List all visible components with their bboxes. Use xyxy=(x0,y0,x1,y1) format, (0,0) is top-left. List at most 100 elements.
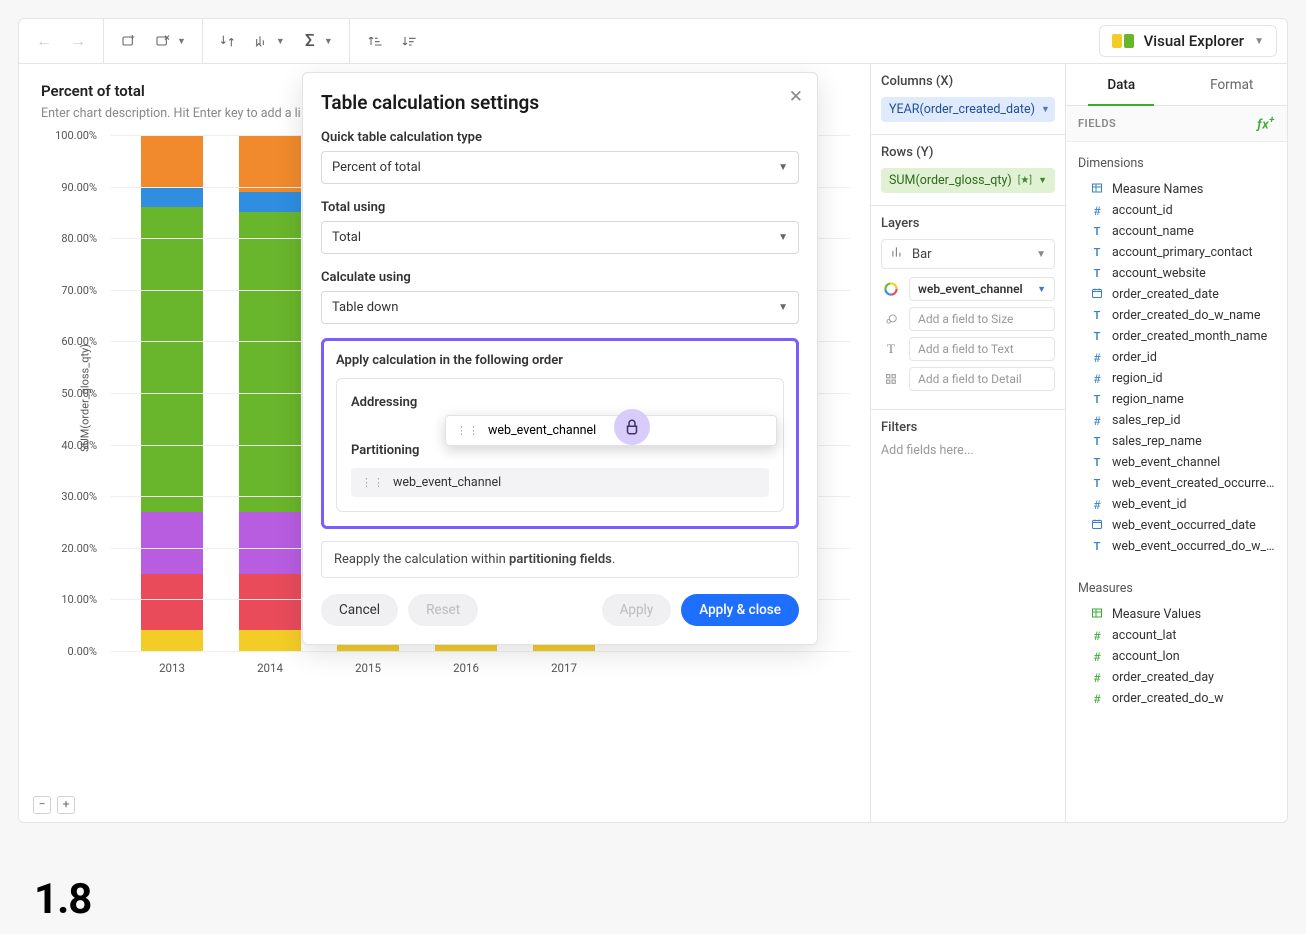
grip-icon: ⋮⋮ xyxy=(361,476,385,489)
chevron-down-icon: ▼ xyxy=(778,302,788,313)
table-calculation-modal: Table calculation settings ✕ Quick table… xyxy=(302,72,818,645)
field-item[interactable]: Tweb_event_occurred_do_w_na... xyxy=(1066,536,1287,557)
filters-shelf-label: Filters xyxy=(881,420,1055,435)
columns-pill[interactable]: YEAR(order_created_date) ▼ xyxy=(881,97,1055,122)
drag-floating-item[interactable]: ⋮⋮ web_event_channel xyxy=(445,415,777,446)
calc-order-panel[interactable]: Addressing YEAR(order_created_date) ⋮⋮ w… xyxy=(336,378,784,512)
app-frame: ← → ▼ ▼ Σ ▼ Visual Explo xyxy=(18,18,1288,823)
field-item[interactable]: #region_id xyxy=(1066,368,1287,389)
swap-icon[interactable] xyxy=(213,26,243,56)
y-tick-label: 80.00% xyxy=(45,232,97,245)
chart-bar-segment xyxy=(239,135,301,192)
field-item[interactable]: web_event_occurred_date xyxy=(1066,515,1287,536)
calc-order-highlight: Apply calculation in the following order… xyxy=(321,338,799,529)
color-enc-icon xyxy=(881,279,901,299)
detail-enc-slot[interactable]: Add a field to Detail xyxy=(909,367,1055,391)
field-item[interactable]: Tweb_event_channel xyxy=(1066,452,1287,473)
y-tick-label: 0.00% xyxy=(45,645,97,658)
field-item[interactable]: Torder_created_do_w_name xyxy=(1066,305,1287,326)
add-calc-field-icon[interactable]: ƒx+ xyxy=(1257,115,1275,132)
apply-button[interactable]: Apply xyxy=(602,594,672,626)
tab-data[interactable]: Data xyxy=(1066,64,1177,105)
chevron-down-icon: ▼ xyxy=(778,232,788,243)
text-enc-slot[interactable]: Add a field to Text xyxy=(909,337,1055,361)
field-item[interactable]: Measure Names xyxy=(1066,179,1287,200)
field-item[interactable]: #order_created_day xyxy=(1066,667,1287,688)
addressing-label: Addressing xyxy=(351,395,769,410)
chevron-down-icon: ▼ xyxy=(1036,249,1046,260)
cancel-button[interactable]: Cancel xyxy=(321,594,398,626)
calc-type-select[interactable]: Percent of total▼ xyxy=(321,151,799,184)
field-item[interactable]: Taccount_primary_contact xyxy=(1066,242,1287,263)
partitioning-item[interactable]: ⋮⋮ web_event_channel xyxy=(351,468,769,497)
chart-bar-segment xyxy=(239,212,301,511)
y-tick-label: 40.00% xyxy=(45,439,97,452)
chart-bar-segment xyxy=(141,207,203,511)
dimensions-header: Dimensions xyxy=(1066,150,1287,179)
sort-desc-icon[interactable] xyxy=(394,26,424,56)
filters-dropzone[interactable]: Add fields here... xyxy=(881,443,1055,458)
back-button[interactable]: ← xyxy=(29,26,59,56)
drag-cursor-icon xyxy=(614,409,650,445)
sigma-icon[interactable]: Σ xyxy=(295,26,325,56)
chart-config-icon[interactable] xyxy=(247,26,277,56)
field-item[interactable]: #account_lat xyxy=(1066,625,1287,646)
field-item[interactable]: Tregion_name xyxy=(1066,389,1287,410)
tab-format[interactable]: Format xyxy=(1177,64,1288,105)
calc-order-label: Apply calculation in the following order xyxy=(336,353,784,368)
mode-switcher[interactable]: Visual Explorer ▼ xyxy=(1099,25,1277,57)
layers-shelf-label: Layers xyxy=(881,216,1055,231)
y-tick-label: 60.00% xyxy=(45,335,97,348)
y-tick-label: 50.00% xyxy=(45,387,97,400)
page-version-label: 1.8 xyxy=(34,875,91,924)
color-enc-slot[interactable]: web_event_channel ▼ xyxy=(909,277,1055,301)
total-using-select[interactable]: Total▼ xyxy=(321,221,799,254)
rows-shelf-label: Rows (Y) xyxy=(881,145,1055,160)
zoom-in-button[interactable]: + xyxy=(57,796,75,814)
layer-type-select[interactable]: Bar ▼ xyxy=(881,239,1055,269)
field-item[interactable]: #order_created_do_w xyxy=(1066,688,1287,709)
field-item[interactable]: Taccount_name xyxy=(1066,221,1287,242)
chart-bar-segment xyxy=(239,574,301,631)
chevron-down-icon: ▼ xyxy=(1037,284,1046,295)
forward-button[interactable]: → xyxy=(63,26,93,56)
size-enc-slot[interactable]: Add a field to Size xyxy=(909,307,1055,331)
mode-label: Visual Explorer xyxy=(1144,32,1245,50)
field-item[interactable]: Tsales_rep_name xyxy=(1066,431,1287,452)
sort-asc-icon[interactable] xyxy=(360,26,390,56)
chart-bar-segment xyxy=(239,192,301,213)
chart-bar-segment xyxy=(239,512,301,574)
zoom-out-button[interactable]: − xyxy=(33,796,51,814)
chart-bar-segment xyxy=(141,512,203,574)
tile-add-icon[interactable] xyxy=(114,26,144,56)
chart-bar-segment xyxy=(141,630,203,651)
chart-bar-segment xyxy=(141,187,203,208)
calc-type-label: Quick table calculation type xyxy=(321,130,799,145)
reset-button[interactable]: Reset xyxy=(408,594,478,626)
chevron-down-icon: ▼ xyxy=(1041,104,1050,115)
chevron-down-icon[interactable]: ▼ xyxy=(324,36,333,47)
field-item[interactable]: #sales_rep_id xyxy=(1066,410,1287,431)
x-tick-label: 2016 xyxy=(435,661,497,675)
field-item[interactable]: #web_event_id xyxy=(1066,494,1287,515)
apply-close-button[interactable]: Apply & close xyxy=(681,594,799,626)
close-icon[interactable]: ✕ xyxy=(789,87,803,107)
field-item[interactable]: Measure Values xyxy=(1066,604,1287,625)
modal-title: Table calculation settings xyxy=(321,91,799,114)
field-item[interactable]: Tweb_event_created_occurred... xyxy=(1066,473,1287,494)
field-item[interactable]: Taccount_website xyxy=(1066,263,1287,284)
calculate-using-select[interactable]: Table down▼ xyxy=(321,291,799,324)
field-item[interactable]: order_created_date xyxy=(1066,284,1287,305)
tile-remove-icon[interactable] xyxy=(148,26,178,56)
field-item[interactable]: #account_lon xyxy=(1066,646,1287,667)
field-item[interactable]: #order_id xyxy=(1066,347,1287,368)
x-tick-label: 2017 xyxy=(533,661,595,675)
zoom-controls: − + xyxy=(33,796,75,814)
rows-pill[interactable]: SUM(order_gloss_qty) [★] ▼ xyxy=(881,168,1055,193)
chevron-down-icon[interactable]: ▼ xyxy=(276,36,285,47)
chevron-down-icon[interactable]: ▼ xyxy=(177,36,186,47)
field-item[interactable]: #account_id xyxy=(1066,200,1287,221)
grip-icon: ⋮⋮ xyxy=(456,424,480,437)
x-tick-label: 2014 xyxy=(239,661,301,675)
field-item[interactable]: Torder_created_month_name xyxy=(1066,326,1287,347)
